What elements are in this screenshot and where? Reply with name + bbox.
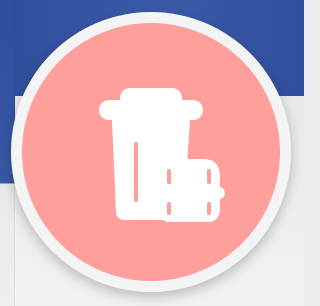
burger-box-band-icon (153, 187, 225, 199)
badge-circle (22, 23, 280, 281)
takeaway-food-badge (11, 12, 291, 292)
cup-lid-top-icon (120, 88, 182, 108)
takeaway-food-icon (99, 88, 225, 222)
